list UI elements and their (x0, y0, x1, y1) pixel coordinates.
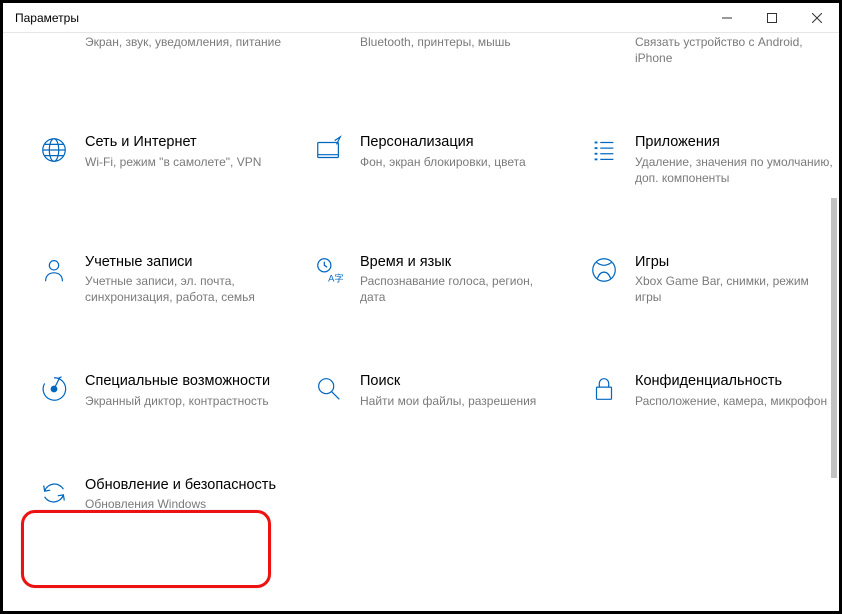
tile-personalization[interactable]: Персонализация Фон, экран блокировки, цв… (308, 127, 563, 192)
globe-icon (37, 133, 71, 165)
devices-icon (312, 34, 346, 36)
system-icon (37, 34, 71, 36)
tile-phone[interactable]: Связать устройство с Android, iPhone (583, 33, 838, 72)
tile-system[interactable]: Экран, звук, уведомления, питание (33, 33, 288, 72)
tile-desc: Xbox Game Bar, снимки, режим игры (635, 273, 834, 305)
maximize-button[interactable] (749, 3, 794, 33)
accessibility-icon (37, 372, 71, 404)
tile-title: Персонализация (360, 133, 559, 151)
apps-icon (587, 133, 621, 165)
tile-accounts[interactable]: Учетные записи Учетные записи, эл. почта… (33, 247, 288, 312)
settings-grid: Экран, звук, уведомления, питание Blueto… (3, 33, 839, 518)
tile-desc: Распознавание голоса, регион, дата (360, 273, 559, 305)
tile-title: Учетные записи (85, 253, 284, 271)
window-title: Параметры (15, 11, 704, 25)
tile-title: Игры (635, 253, 834, 271)
sync-icon (37, 476, 71, 508)
tile-title: Конфиденциальность (635, 372, 834, 390)
time-language-icon: A字 (312, 253, 346, 285)
phone-icon (587, 34, 621, 36)
tile-accessibility[interactable]: Специальные возможности Экранный диктор,… (33, 366, 288, 414)
tile-network[interactable]: Сеть и Интернет Wi-Fi, режим "в самолете… (33, 127, 288, 192)
tile-desc: Экранный диктор, контрастность (85, 393, 284, 409)
tile-time-language[interactable]: A字 Время и язык Распознавание голоса, ре… (308, 247, 563, 312)
tile-search[interactable]: Поиск Найти мои файлы, разрешения (308, 366, 563, 414)
tile-apps[interactable]: Приложения Удаление, значения по умолчан… (583, 127, 838, 192)
tile-desc: Связать устройство с Android, iPhone (635, 34, 834, 66)
tile-title: Специальные возможности (85, 372, 284, 390)
tile-gaming[interactable]: Игры Xbox Game Bar, снимки, режим игры (583, 247, 838, 312)
tile-title: Поиск (360, 372, 559, 390)
tile-title: Сеть и Интернет (85, 133, 284, 151)
paint-icon (312, 133, 346, 165)
tile-desc: Учетные записи, эл. почта, синхронизация… (85, 273, 284, 305)
content-area: Экран, звук, уведомления, питание Blueto… (3, 33, 839, 611)
svg-text:A字: A字 (328, 272, 344, 283)
tile-desc: Фон, экран блокировки, цвета (360, 154, 559, 170)
tile-title: Обновление и безопасность (85, 476, 284, 494)
tile-privacy[interactable]: Конфиденциальность Расположение, камера,… (583, 366, 838, 414)
tile-update-security[interactable]: Обновление и безопасность Обновления Win… (33, 470, 288, 518)
highlight-box (21, 510, 271, 588)
person-icon (37, 253, 71, 285)
tile-desc: Bluetooth, принтеры, мышь (360, 34, 559, 50)
titlebar: Параметры (3, 3, 839, 33)
tile-title: Приложения (635, 133, 834, 151)
scrollbar-thumb[interactable] (831, 198, 837, 478)
tile-devices[interactable]: Bluetooth, принтеры, мышь (308, 33, 563, 72)
xbox-icon (587, 253, 621, 285)
tile-desc: Экран, звук, уведомления, питание (85, 34, 284, 50)
tile-title: Время и язык (360, 253, 559, 271)
tile-desc: Wi-Fi, режим "в самолете", VPN (85, 154, 284, 170)
tile-desc: Обновления Windows (85, 496, 284, 512)
tile-desc: Удаление, значения по умолчанию, доп. ко… (635, 154, 834, 186)
tile-desc: Расположение, камера, микрофон (635, 393, 834, 409)
close-button[interactable] (794, 3, 839, 33)
search-icon (312, 372, 346, 404)
minimize-button[interactable] (704, 3, 749, 33)
scrollbar[interactable] (825, 33, 839, 608)
tile-desc: Найти мои файлы, разрешения (360, 393, 559, 409)
lock-icon (587, 372, 621, 404)
